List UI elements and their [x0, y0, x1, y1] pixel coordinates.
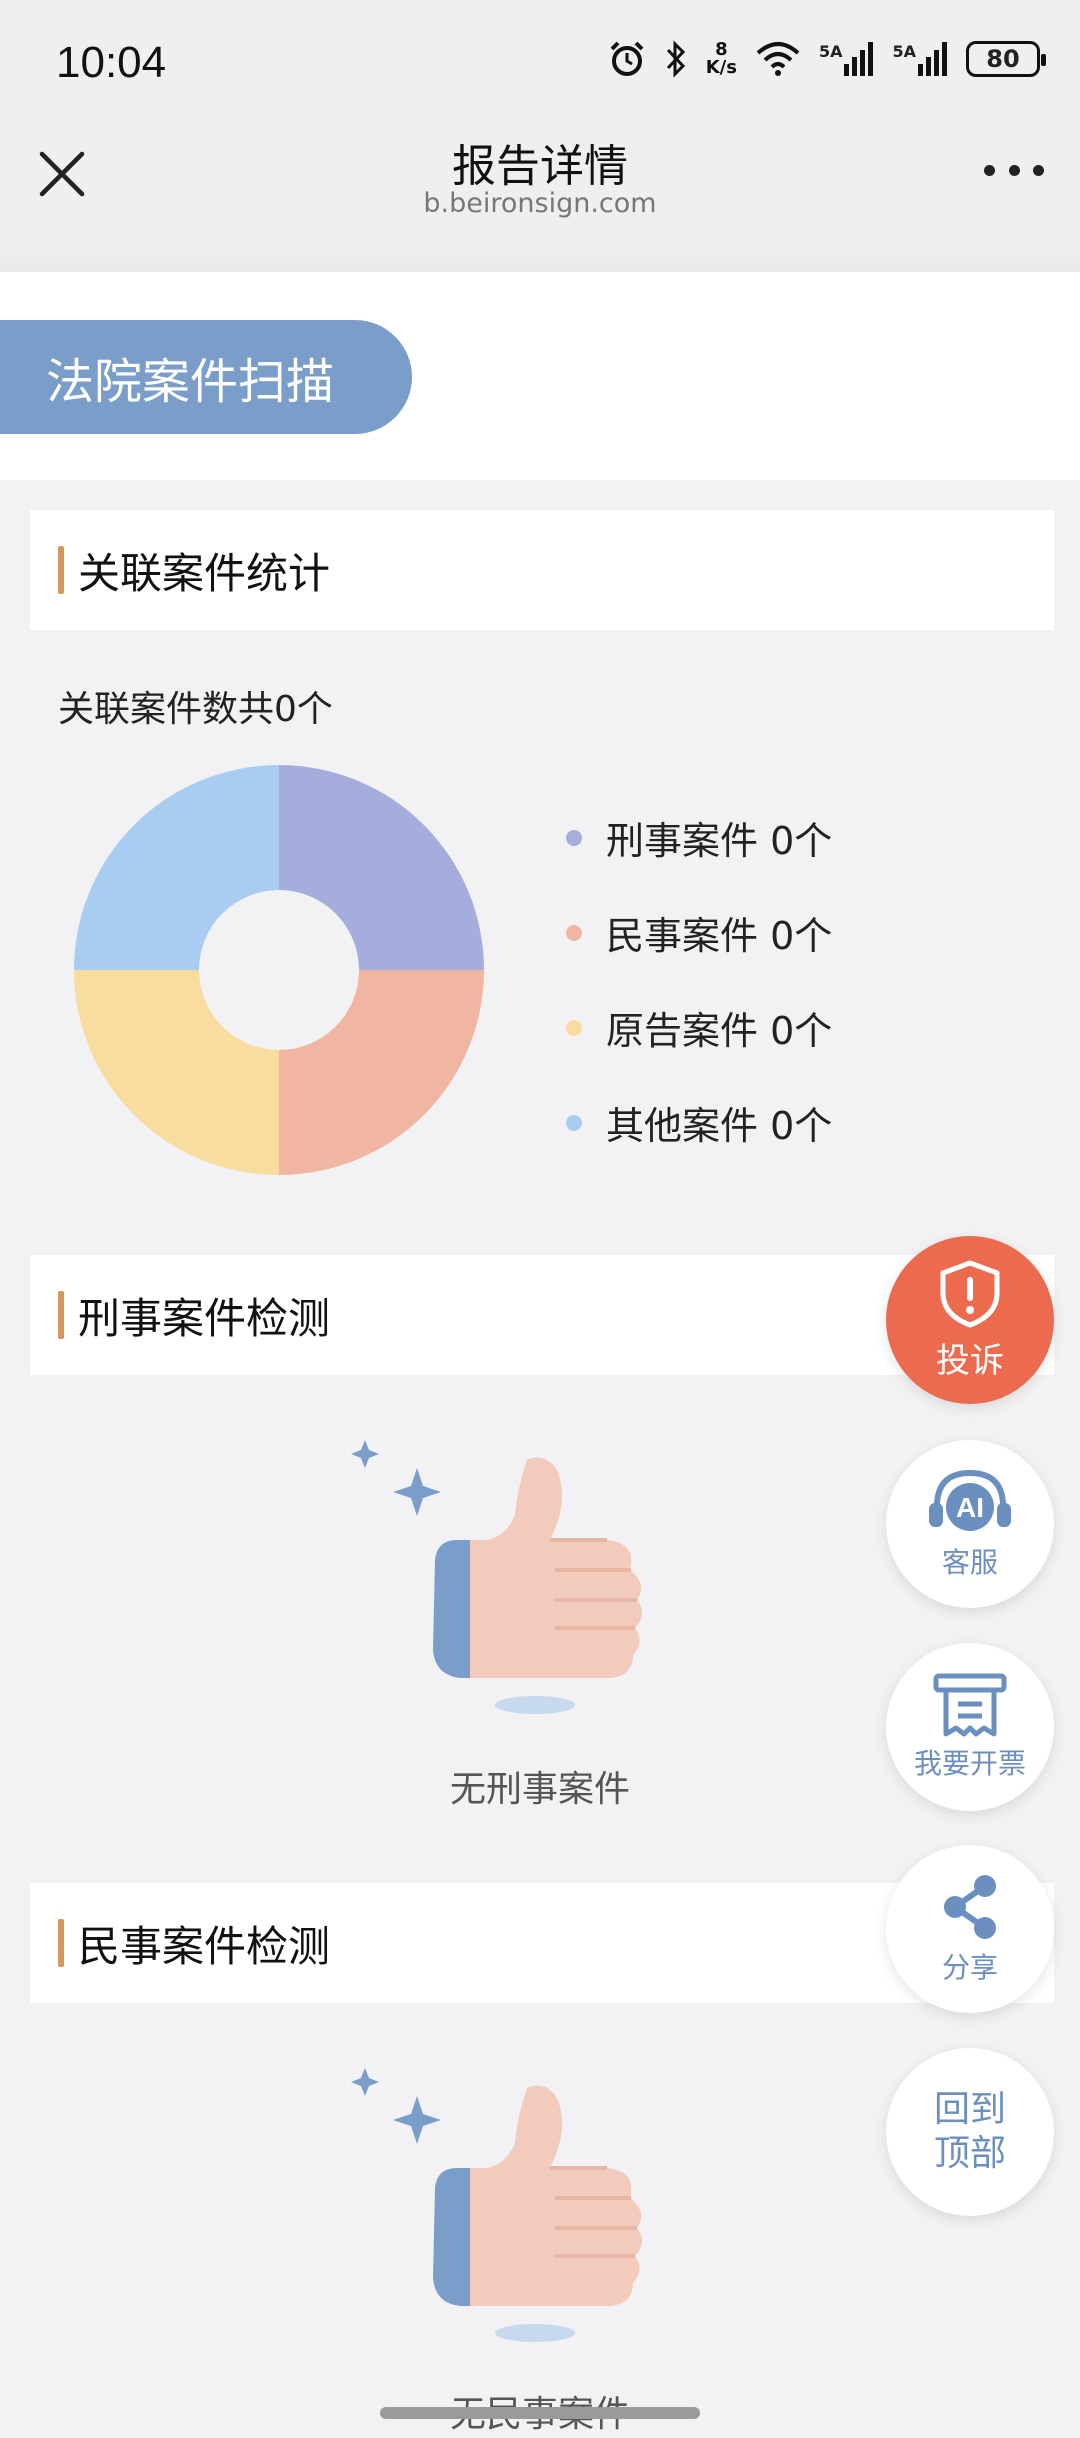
share-icon: [944, 1875, 996, 1939]
signal-2-label: 5A: [892, 42, 916, 61]
case-donut-chart: [74, 765, 484, 1175]
stats-header: 关联案件统计: [30, 510, 1054, 630]
header-accent-bar: [58, 546, 64, 594]
divider: [0, 240, 1080, 272]
status-bar: 10:04 8 K/s 5A 5A 80: [0, 0, 1080, 130]
signal-1-label: 5A: [818, 42, 843, 61]
nav-bar: 报告详情 b.beironsign.com: [0, 130, 1080, 240]
legend-label: 原告案件 0个: [606, 1009, 833, 1053]
stats-header-label: 关联案件统计: [78, 548, 331, 598]
back-to-top-button[interactable]: 回到 顶部: [886, 2048, 1054, 2216]
slice-civil: [279, 970, 484, 1175]
ai-service-button[interactable]: AI 客服: [886, 1440, 1054, 1608]
back-to-top-line2: 顶部: [933, 2133, 1006, 2174]
legend-item: 刑事案件 0个: [566, 790, 832, 885]
ai-icon-text: AI: [956, 1492, 984, 1523]
bluetooth-icon: [666, 40, 685, 78]
signal-1: 5A: [819, 42, 875, 76]
shield-alert-icon: [940, 1260, 1000, 1327]
share-button[interactable]: 分享: [886, 1845, 1054, 2013]
header-accent-bar: [58, 1291, 64, 1339]
header-accent-bar: [58, 1919, 64, 1967]
legend-item: 民事案件 0个: [566, 885, 832, 980]
signal-bars-icon: [918, 42, 947, 76]
headset-ai-icon: AI: [929, 1469, 1011, 1531]
status-time: 10:04: [56, 38, 167, 87]
complaint-button[interactable]: 投诉: [886, 1236, 1054, 1404]
legend-label: 其他案件 0个: [606, 1104, 833, 1148]
network-speed: 8 K/s: [706, 41, 737, 77]
back-to-top-label: 回到 顶部: [934, 2088, 1006, 2176]
civil-header-label: 民事案件检测: [78, 1921, 331, 1971]
service-label: 客服: [941, 1546, 998, 1579]
chart-legend: 刑事案件 0个 民事案件 0个 原告案件 0个 其他案件 0个: [566, 790, 832, 1170]
speed-unit: K/s: [705, 57, 737, 78]
stats-total: 关联案件数共0个: [58, 689, 333, 730]
wifi-icon: [756, 42, 800, 76]
legend-item: 其他案件 0个: [566, 1075, 832, 1170]
invoice-button[interactable]: 我要开票: [886, 1643, 1054, 1811]
invoice-label: 我要开票: [913, 1747, 1026, 1780]
thumbs-up-icon: [351, 1440, 643, 1714]
slice-plaintiff: [74, 970, 279, 1175]
legend-dot: [566, 829, 582, 846]
complaint-label: 投诉: [936, 1340, 1004, 1381]
legend-dot: [566, 1019, 582, 1036]
slice-other: [74, 765, 279, 970]
more-icon[interactable]: [984, 160, 1044, 180]
signal-bars-icon: [844, 42, 874, 76]
battery-level: 80: [986, 45, 1020, 73]
thumbs-up-icon: [351, 2068, 643, 2342]
legend-item: 原告案件 0个: [566, 980, 832, 1075]
section-title: 法院案件扫描: [0, 320, 412, 434]
home-indicator[interactable]: [380, 2407, 700, 2419]
alarm-icon: [610, 41, 644, 76]
legend-label: 刑事案件 0个: [606, 819, 833, 863]
criminal-header-label: 刑事案件检测: [78, 1293, 331, 1343]
legend-label: 民事案件 0个: [606, 914, 833, 958]
legend-dot: [566, 1114, 582, 1131]
slice-criminal: [279, 765, 484, 970]
status-icons: 8 K/s 5A 5A 80: [608, 40, 1046, 78]
share-label: 分享: [941, 1951, 998, 1984]
page-title: 报告详情: [452, 141, 628, 192]
back-to-top-line1: 回到: [933, 2089, 1006, 2130]
page-url: b.beironsign.com: [423, 188, 657, 219]
legend-dot: [566, 924, 582, 941]
signal-2: 5A: [892, 42, 948, 76]
invoice-icon: [933, 1673, 1007, 1737]
section-banner: 法院案件扫描: [0, 272, 1080, 480]
battery-icon: 80: [966, 41, 1046, 77]
